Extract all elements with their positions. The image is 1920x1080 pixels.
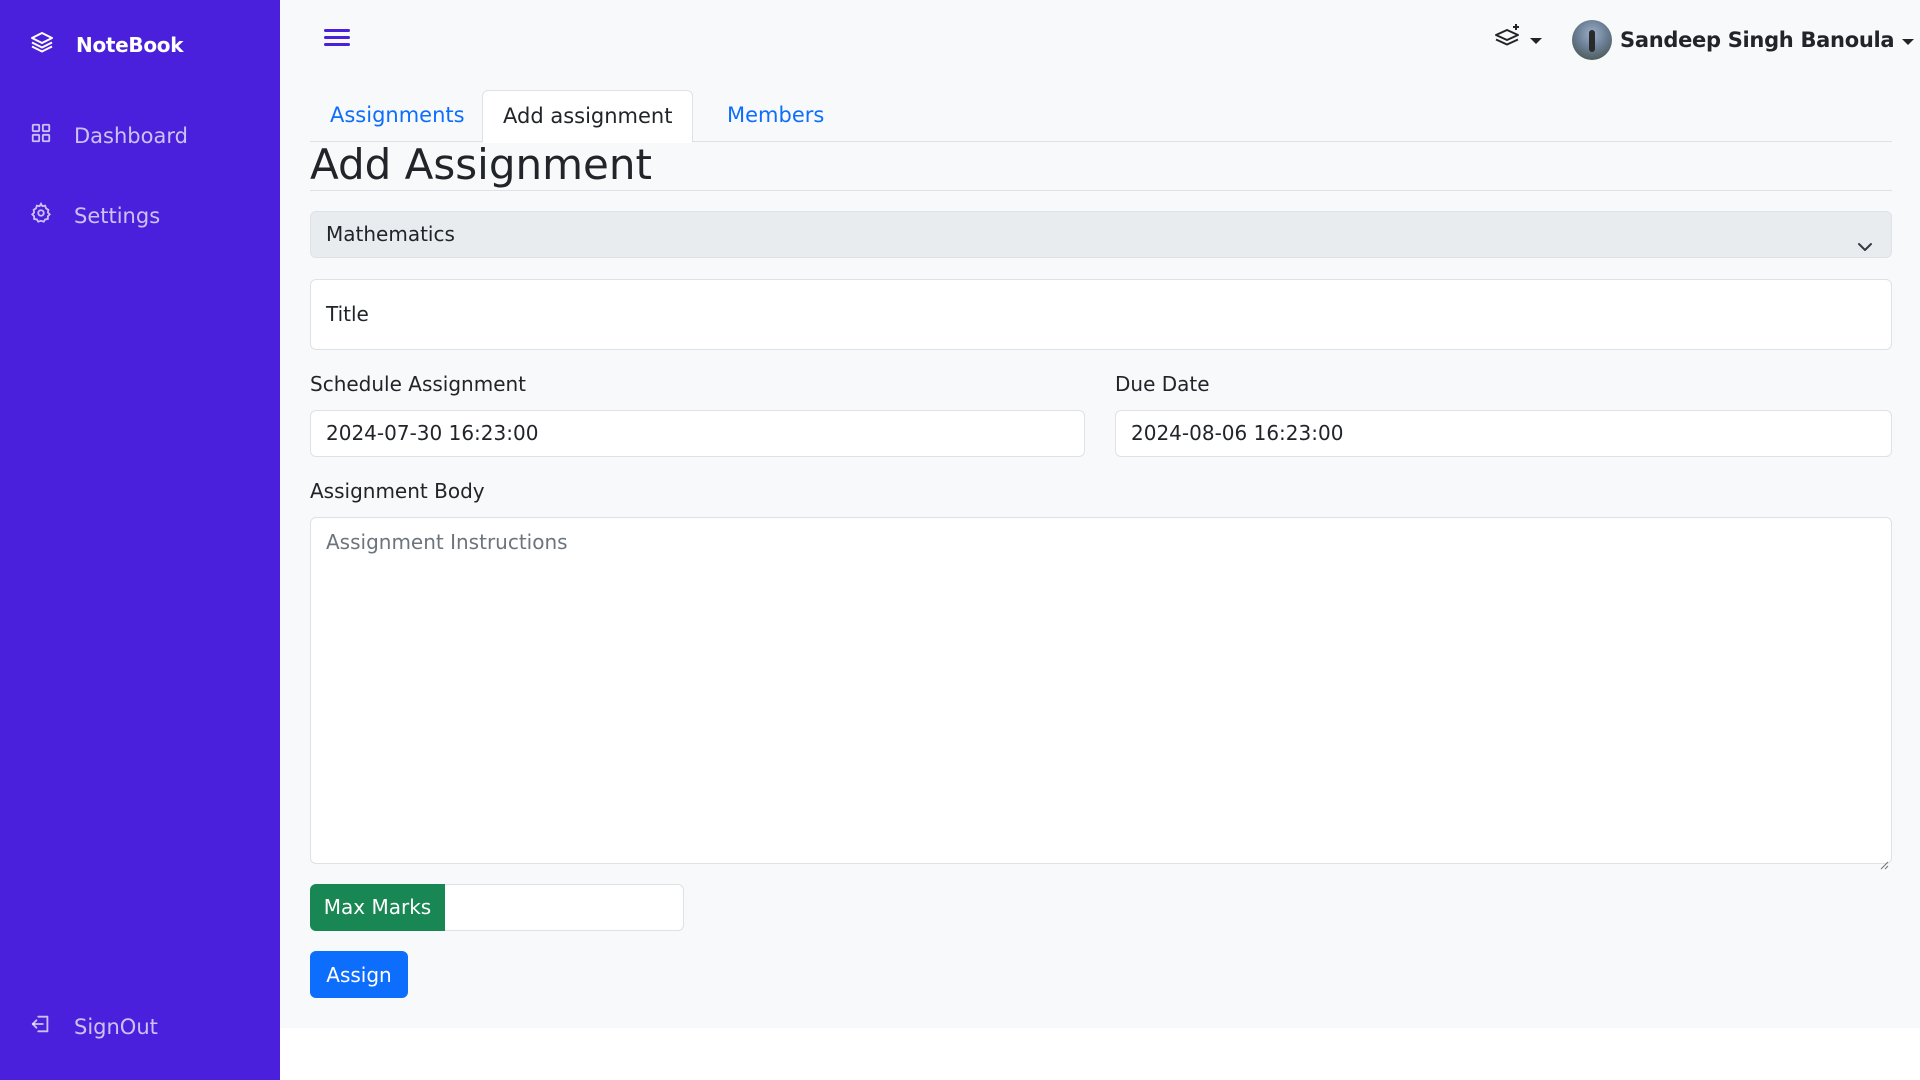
max-marks-input[interactable] [445, 884, 684, 931]
tab-members[interactable]: Members [707, 90, 844, 142]
due-date-input[interactable]: 2024-08-06 16:23:00 [1115, 410, 1892, 457]
schedule-datetime-input[interactable]: 2024-07-30 16:23:00 [310, 410, 1085, 457]
menu-toggle-button[interactable] [324, 26, 350, 50]
tab-add-assignment[interactable]: Add assignment [482, 90, 694, 143]
max-marks-label: Max Marks [310, 884, 445, 931]
max-marks-group: Max Marks [310, 884, 684, 931]
tabs: Assignments Add assignment Members [310, 90, 1892, 143]
topbar: Sandeep Singh Banoula [280, 0, 1920, 80]
grid-icon [30, 122, 52, 149]
hamburger-icon [324, 29, 350, 32]
schedule-label: Schedule Assignment [310, 372, 527, 396]
assignment-body-textarea[interactable]: Assignment Instructions [310, 517, 1892, 870]
layers-plus-icon [1494, 22, 1524, 56]
signout-label: SignOut [74, 1014, 158, 1039]
sidebar-item-dashboard[interactable]: Dashboard [30, 122, 188, 149]
caret-down-icon [1902, 39, 1915, 45]
sidebar-item-label: Settings [74, 203, 161, 228]
subject-select-value: Mathematics [326, 222, 455, 246]
brand-name: NoteBook [76, 32, 184, 57]
user-menu-dropdown[interactable]: Sandeep Singh Banoula [1572, 20, 1915, 60]
gear-icon [30, 202, 52, 229]
assign-button[interactable]: Assign [310, 951, 408, 998]
user-name: Sandeep Singh Banoula [1620, 28, 1895, 52]
chevron-down-icon [1857, 226, 1873, 251]
main-content: Sandeep Singh Banoula Assignments Add as… [280, 0, 1920, 1028]
caret-down-icon [1530, 38, 1542, 44]
divider [310, 190, 1892, 191]
signout-icon [30, 1013, 52, 1040]
resize-handle-icon[interactable] [1879, 851, 1889, 870]
assignment-body-label: Assignment Body [310, 479, 485, 503]
signout-button[interactable]: SignOut [30, 1013, 158, 1040]
avatar [1572, 20, 1612, 60]
layers-logo-icon [30, 30, 54, 59]
textarea-placeholder: Assignment Instructions [326, 530, 568, 554]
layers-dropdown-button[interactable] [1494, 22, 1542, 56]
subject-select[interactable]: Mathematics [310, 211, 1892, 258]
page-title: Add Assignment [310, 140, 652, 189]
due-date-label: Due Date [1115, 372, 1210, 396]
sidebar-item-settings[interactable]: Settings [30, 202, 160, 229]
sidebar: NoteBook Dashboard Settings SignOut [0, 0, 280, 1080]
title-input[interactable]: Title [310, 279, 1892, 350]
sidebar-item-label: Dashboard [74, 123, 188, 148]
brand[interactable]: NoteBook [30, 30, 184, 59]
tab-assignments[interactable]: Assignments [310, 90, 485, 142]
